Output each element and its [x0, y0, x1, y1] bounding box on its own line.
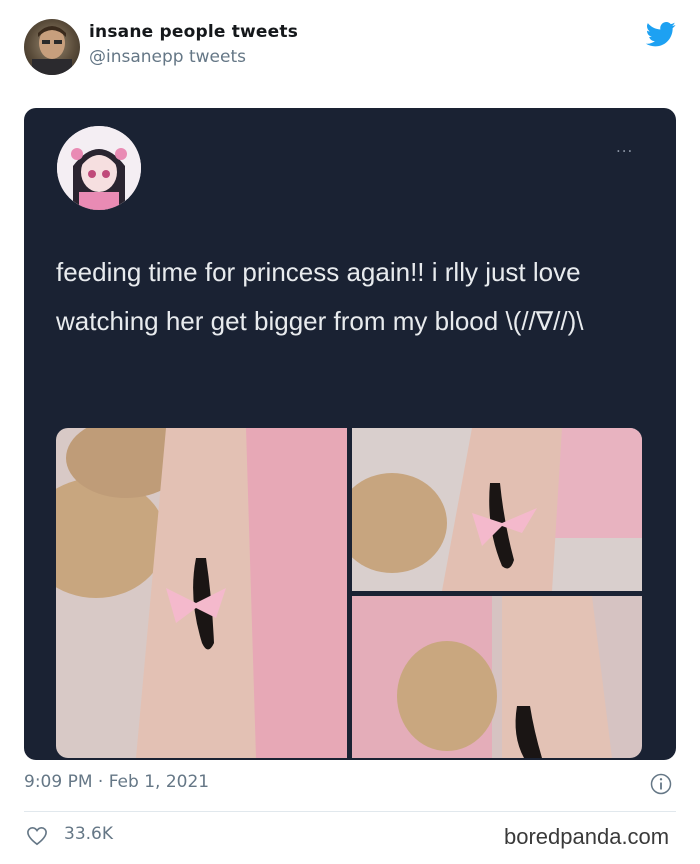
divider: [24, 811, 676, 812]
embedded-avatar: [57, 126, 141, 210]
arm-with-leech-bow-1: [56, 428, 347, 758]
photo-grid: [56, 428, 642, 758]
info-icon[interactable]: [650, 773, 672, 795]
photo-arm-3[interactable]: [352, 596, 642, 758]
like-count[interactable]: 33.6K: [64, 824, 113, 844]
tweet-timestamp[interactable]: 9:09 PM · Feb 1, 2021: [24, 772, 209, 792]
watermark: boredpanda.com: [504, 824, 670, 849]
author-avatar[interactable]: [24, 19, 80, 75]
arm-with-leech-bow-3: [352, 596, 642, 758]
embedded-tweet-screenshot[interactable]: ... feeding time for princess again!! i …: [24, 108, 676, 760]
embedded-tweet-text: feeding time for princess again!! i rlly…: [56, 257, 584, 336]
photo-arm-2[interactable]: [352, 428, 642, 591]
twitter-bird-icon[interactable]: [646, 22, 676, 47]
anime-girl-avatar: [57, 126, 141, 210]
author-name[interactable]: insane people tweets: [89, 22, 298, 42]
more-options-icon[interactable]: ...: [616, 138, 633, 156]
photo-arm-1[interactable]: [56, 428, 347, 758]
heart-icon[interactable]: [26, 826, 48, 846]
author-handle[interactable]: @insanepp tweets: [89, 47, 246, 67]
arm-with-leech-bow-2: [352, 428, 642, 591]
profile-photo: [32, 26, 72, 75]
